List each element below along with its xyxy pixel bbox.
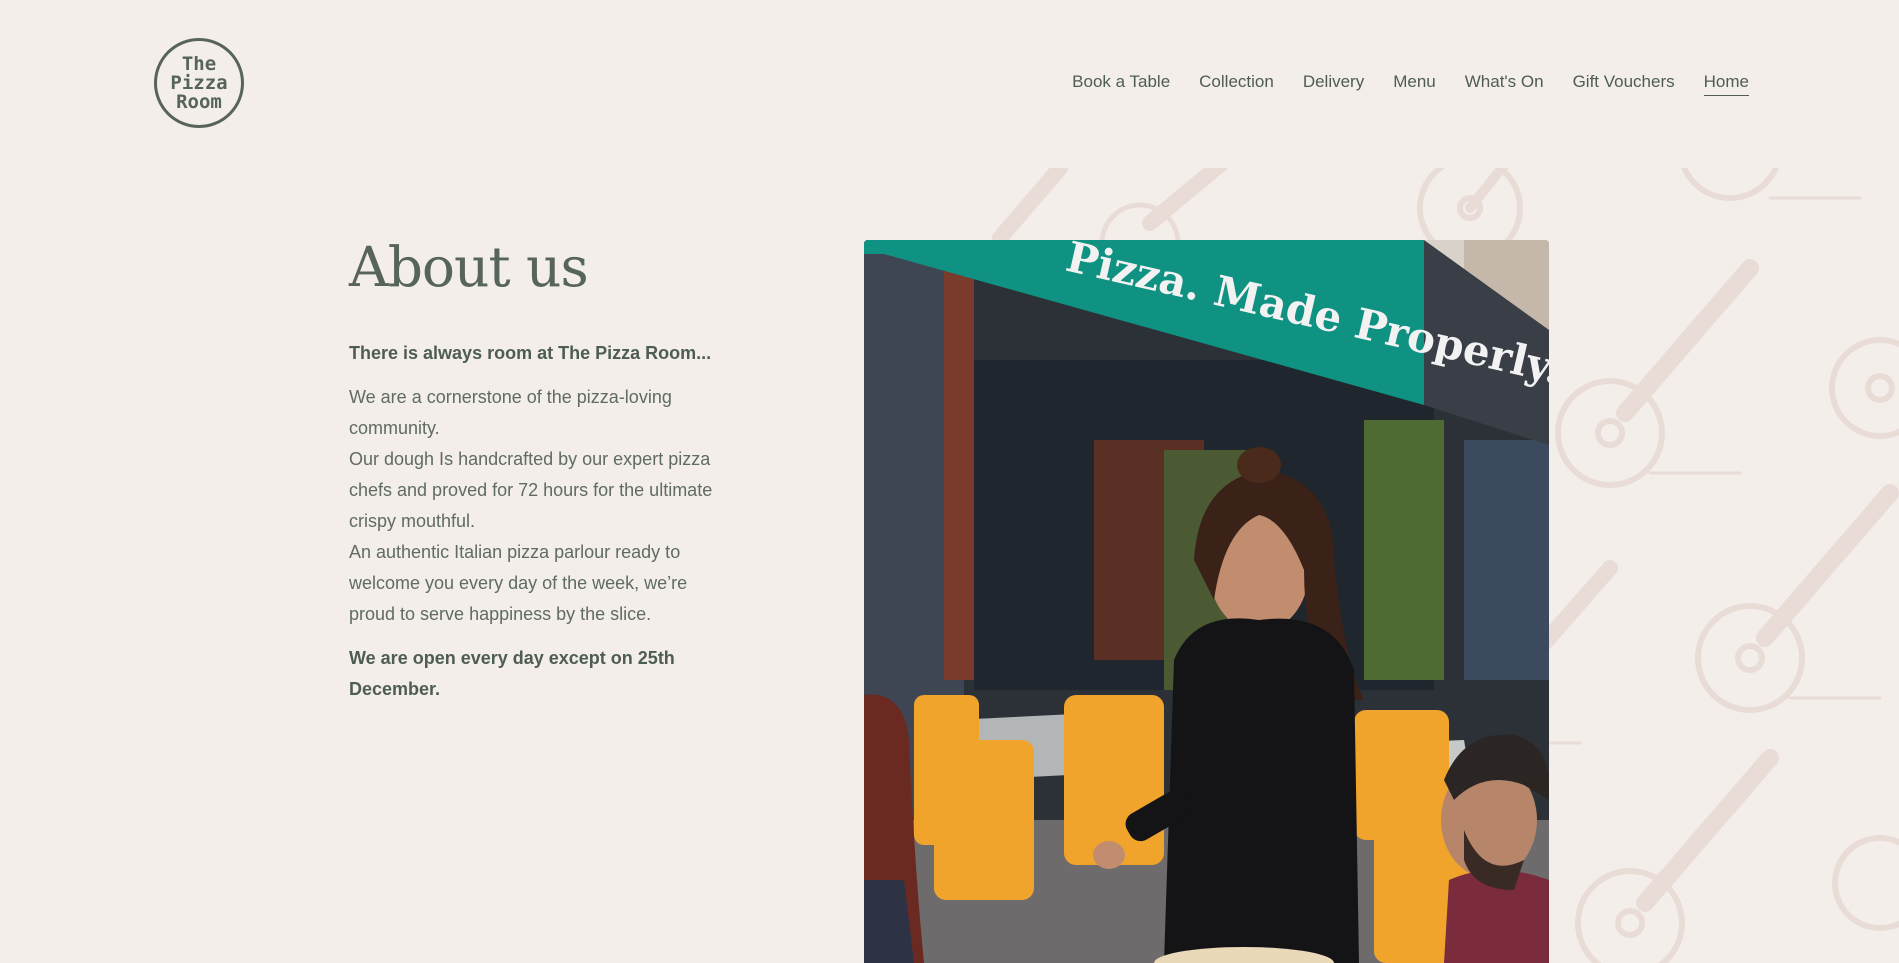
nav-menu[interactable]: Menu — [1393, 72, 1436, 96]
about-paragraph-3: An authentic Italian pizza parlour ready… — [349, 542, 688, 624]
restaurant-photo-illustration: Pizza. Made Properly. — [864, 240, 1549, 963]
restaurant-photo: Pizza. Made Properly. — [864, 240, 1549, 963]
nav-book-a-table[interactable]: Book a Table — [1072, 72, 1170, 96]
logo-line-1: The — [181, 52, 217, 75]
logo-line-3: Room — [176, 90, 222, 113]
nav-gift-vouchers[interactable]: Gift Vouchers — [1573, 72, 1675, 96]
site-header: The Pizza Room Book a Table Collection D… — [0, 0, 1899, 168]
logo-line-2: Pizza — [170, 71, 228, 94]
opening-hours-note: We are open every day except on 25th Dec… — [349, 648, 675, 699]
nav-whats-on[interactable]: What's On — [1465, 72, 1544, 96]
nav-home[interactable]: Home — [1703, 72, 1749, 96]
main-nav: Book a Table Collection Delivery Menu Wh… — [1072, 72, 1749, 96]
about-section: About us There is always room at The Piz… — [349, 230, 729, 705]
nav-delivery[interactable]: Delivery — [1303, 72, 1364, 96]
about-paragraph-1: We are a cornerstone of the pizza-loving… — [349, 387, 672, 438]
intro-heading: There is always room at The Pizza Room..… — [349, 343, 712, 363]
logo[interactable]: The Pizza Room — [154, 38, 244, 128]
nav-collection[interactable]: Collection — [1199, 72, 1274, 96]
page-title: About us — [349, 235, 589, 299]
about-paragraph-2: Our dough Is handcrafted by our expert p… — [349, 449, 713, 531]
